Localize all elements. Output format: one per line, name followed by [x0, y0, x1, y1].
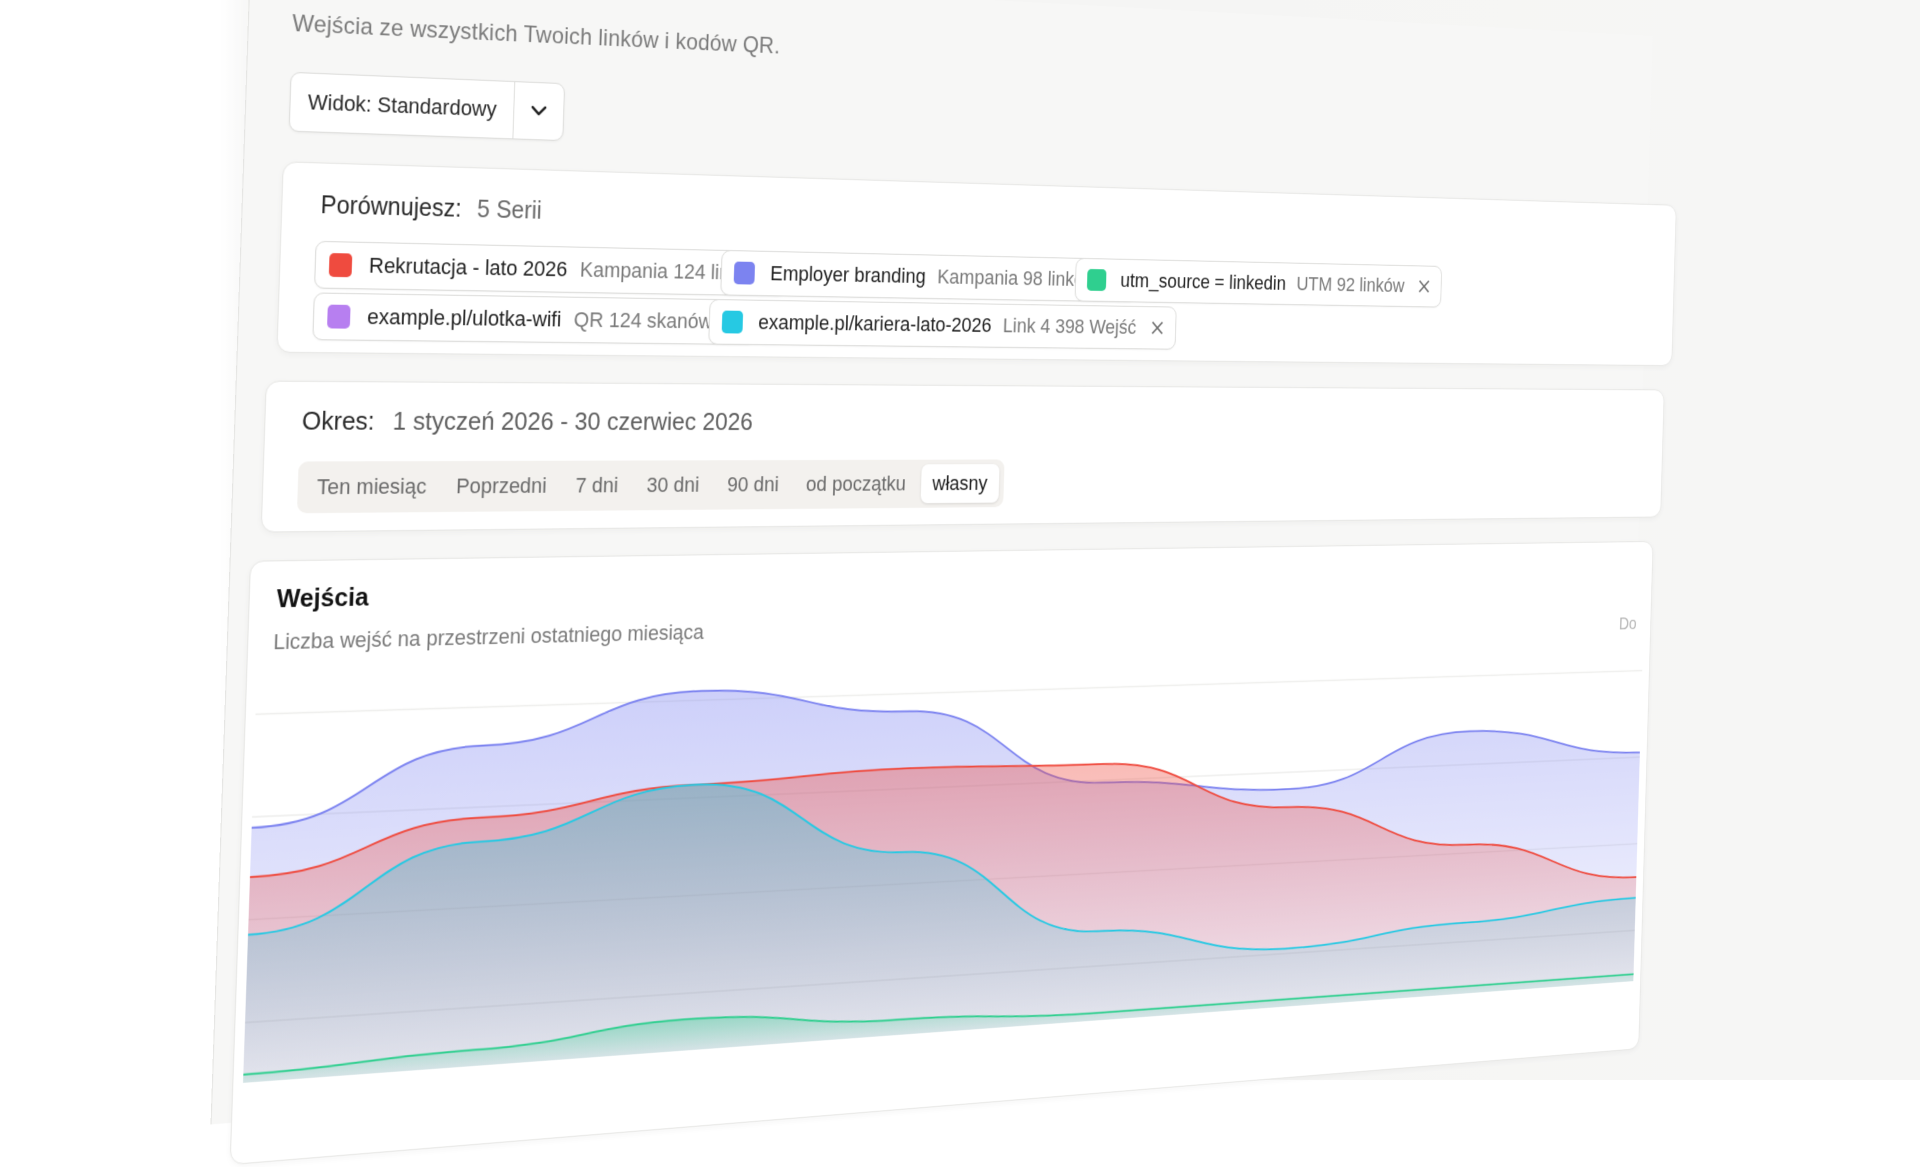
analytics-page: Wejścia ze wszystkich Twoich linków i ko…	[210, 0, 1677, 1166]
compare-card: Porównujesz: 5 Serii Rekrutacja - lato 2…	[276, 161, 1677, 367]
period-option-active[interactable]: własny	[920, 464, 1000, 504]
series-color-swatch	[733, 261, 756, 285]
chart-subtitle: Liczba wejść na przestrzeni ostatniego m…	[272, 619, 705, 655]
series-meta: Link 4 398 Wejść	[1002, 313, 1137, 339]
series-name: example.pl/ulotka-wifi	[366, 304, 562, 332]
series-name: utm_source = linkedin	[1120, 268, 1287, 295]
period-heading: Okres: 1 styczeń 2026 - 30 czerwiec 2026	[301, 406, 753, 437]
period-option[interactable]: od początku	[794, 464, 918, 504]
close-icon[interactable]	[1417, 278, 1431, 294]
chevron-down-icon[interactable]	[512, 82, 564, 141]
close-icon[interactable]	[1150, 320, 1165, 336]
series-color-swatch	[721, 310, 744, 334]
series-color-swatch	[327, 304, 351, 329]
series-meta: Kampania 98 linków	[936, 264, 1097, 291]
period-heading-label: Okres:	[301, 405, 376, 436]
view-select-label: Widok: Standardowy	[307, 89, 498, 122]
series-chip[interactable]: utm_source = linkedin UTM 92 linków	[1074, 257, 1443, 308]
series-name: Employer branding	[769, 261, 927, 288]
period-option[interactable]: 90 dni	[714, 465, 791, 505]
series-name: Rekrutacja - lato 2026	[368, 252, 568, 282]
chart-title: Wejścia	[276, 581, 370, 614]
series-meta: Kampania 124 linki	[579, 257, 745, 285]
series-count: 5 Serii	[476, 195, 543, 225]
series-meta: UTM 92 linków	[1296, 272, 1405, 297]
period-segmented-control: Ten miesiąc Poprzedni 7 dni 30 dni 90 dn…	[296, 459, 1005, 514]
period-option[interactable]: 30 dni	[634, 465, 713, 505]
compare-heading-label: Porównujesz:	[320, 191, 462, 223]
series-chip[interactable]: example.pl/ulotka-wifi QR 124 skanów	[312, 292, 758, 346]
series-color-swatch	[1086, 268, 1107, 292]
series-chip[interactable]: Rekrutacja - lato 2026 Kampania 124 link…	[314, 240, 789, 297]
page-subtitle: Wejścia ze wszystkich Twoich linków i ko…	[291, 10, 781, 60]
grid-line	[255, 671, 1642, 715]
date-range: 1 styczeń 2026 - 30 czerwiec 2026	[392, 406, 754, 436]
area-chart	[243, 626, 1643, 1083]
period-option[interactable]: Ten miesiąc	[303, 466, 440, 508]
period-option[interactable]: 7 dni	[562, 465, 631, 506]
view-select[interactable]: Widok: Standardowy	[288, 71, 565, 142]
series-color-swatch	[328, 253, 353, 278]
compare-heading: Porównujesz: 5 Serii	[320, 191, 542, 225]
series-chip[interactable]: example.pl/kariera-lato-2026 Link 4 398 …	[708, 298, 1177, 350]
period-option[interactable]: Poprzedni	[442, 466, 560, 508]
period-card: Okres: 1 styczeń 2026 - 30 czerwiec 2026…	[260, 380, 1665, 533]
series-meta: QR 124 skanów	[573, 307, 713, 334]
series-name: example.pl/kariera-lato-2026	[757, 310, 992, 337]
